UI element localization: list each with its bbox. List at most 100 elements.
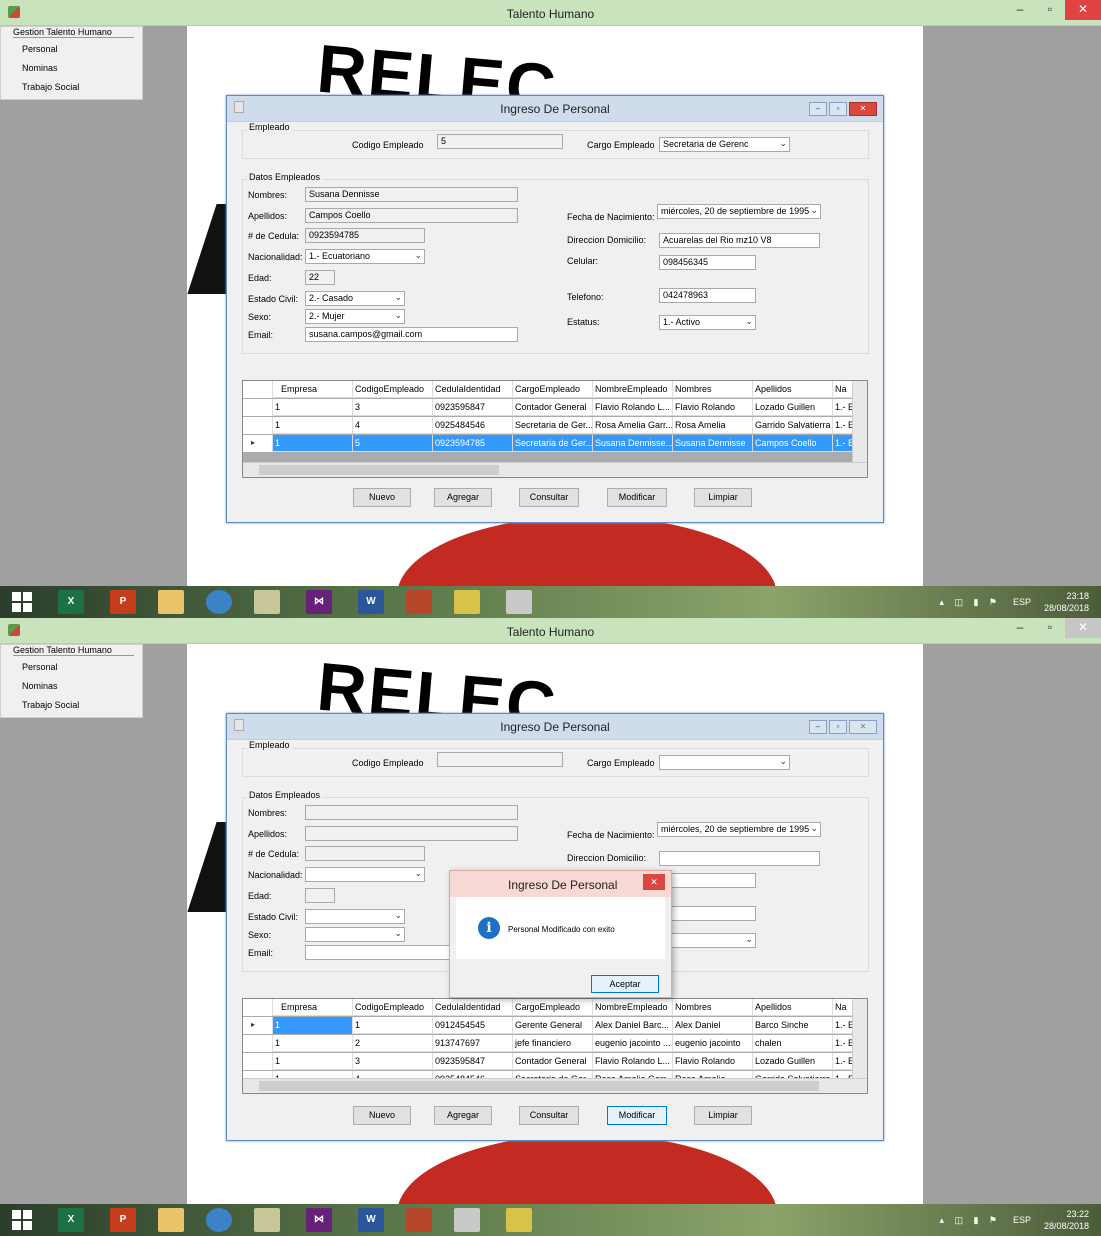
table-cell[interactable]: 5 [353,435,433,452]
chrome-icon[interactable] [206,1208,232,1232]
email-field[interactable]: susana.campos@gmail.com [305,327,518,342]
table-cell[interactable]: 0925484546 [433,417,513,434]
table-row[interactable]: ▸ 1 1 0912454545 Gerente General Alex Da… [243,1017,867,1034]
message-close-icon[interactable]: ✕ [643,874,665,890]
tray-icons[interactable]: ▴ ◫ ▮ ⚑ [939,597,1001,608]
table-cell[interactable]: Rosa Amelia [673,417,753,434]
sexo-select[interactable]: ⌄ [305,927,405,942]
table-cell[interactable]: 1 [353,1017,433,1034]
column-header[interactable]: Nombres [673,999,753,1016]
table-cell[interactable]: 1.- E [833,1035,854,1052]
table-cell[interactable]: Secretaria de Ger... [513,435,593,452]
table-cell[interactable]: Rosa Amelia Garr... [593,417,673,434]
estatus-select[interactable]: 1.- Activo ⌄ [659,315,756,330]
scroll-thumb[interactable] [259,1081,819,1091]
cedula-field[interactable] [305,846,425,861]
direccion-field[interactable]: Acuarelas del Rio mz10 V8 [659,233,820,248]
nacionalidad-select[interactable]: ⌄ [305,867,425,882]
agregar-button[interactable]: Agregar [434,1106,492,1125]
table-cell[interactable]: 913747697 [433,1035,513,1052]
table-cell[interactable]: Barco Sinche [753,1017,833,1034]
vertical-scrollbar[interactable] [852,381,867,464]
table-cell[interactable]: 0923595847 [433,399,513,416]
table-cell[interactable]: 1 [273,417,353,434]
column-header[interactable]: Empresa [273,999,353,1016]
excel-icon[interactable]: X [58,1208,84,1232]
column-header[interactable]: CodigoEmpleado [353,381,433,398]
table-cell[interactable]: 1 [273,435,353,452]
form-close-icon[interactable]: ✕ [849,720,877,734]
table-cell[interactable]: Alex Daniel [673,1017,753,1034]
estado-civil-select[interactable]: 2.- Casado ⌄ [305,291,405,306]
consultar-button[interactable]: Consultar [519,1106,579,1125]
horizontal-scrollbar[interactable] [243,462,867,477]
visual-studio-icon[interactable]: ⋈ [306,590,332,614]
table-cell[interactable]: Flavio Rolando [673,1053,753,1070]
menu-item-nominas[interactable]: Nominas [22,681,58,691]
form-minimize-icon[interactable]: – [809,720,827,734]
column-header[interactable]: CargoEmpleado [513,999,593,1016]
nombres-field[interactable] [305,805,518,820]
table-cell[interactable]: eugenio jacointo ... [593,1035,673,1052]
language-indicator[interactable]: ESP [1013,597,1031,607]
cargo-select[interactable]: Secretaria de Gerenc ⌄ [659,137,790,152]
consultar-button[interactable]: Consultar [519,488,579,507]
column-header[interactable]: Apellidos [753,381,833,398]
apellidos-field[interactable] [305,826,518,841]
nuevo-button[interactable]: Nuevo [353,488,411,507]
table-cell[interactable]: eugenio jacointo [673,1035,753,1052]
column-header[interactable]: CedulaIdentidad [433,381,513,398]
table-cell[interactable]: 2 [353,1035,433,1052]
sexo-select[interactable]: 2.- Mujer ⌄ [305,309,405,324]
table-cell[interactable]: 1 [273,1053,353,1070]
table-cell[interactable]: Secretaria de Ger... [513,417,593,434]
tool-icon[interactable] [254,1208,280,1232]
table-cell[interactable]: 1.- E [833,1053,854,1070]
word-icon[interactable]: W [358,590,384,614]
direccion-field[interactable] [659,851,820,866]
language-indicator[interactable]: ESP [1013,1215,1031,1225]
key-icon[interactable] [454,590,480,614]
column-header[interactable]: CargoEmpleado [513,381,593,398]
column-header[interactable]: Nombres [673,381,753,398]
modificar-button[interactable]: Modificar [607,488,667,507]
table-cell[interactable]: Flavio Rolando L... [593,399,673,416]
table-cell[interactable]: Alex Daniel Barc... [593,1017,673,1034]
estatus-select[interactable]: ⌄ [659,933,756,948]
celular-field[interactable] [659,873,756,888]
agregar-button[interactable]: Agregar [434,488,492,507]
table-row[interactable]: 1 4 0925484546 Secretaria de Ger... Rosa… [243,417,867,434]
table-cell-selected[interactable]: 1 [273,1017,353,1034]
fecha-picker[interactable]: miércoles, 20 de septiembre de 1995 ⌄ [657,204,821,219]
nombres-field[interactable]: Susana Dennisse [305,187,518,202]
fecha-picker[interactable]: miércoles, 20 de septiembre de 1995 ⌄ [657,822,821,837]
nacionalidad-select[interactable]: 1.- Ecuatoriano ⌄ [305,249,425,264]
office-app-icon[interactable] [406,590,432,614]
column-header[interactable]: NombreEmpleado [593,999,673,1016]
column-header[interactable]: CodigoEmpleado [353,999,433,1016]
tool-icon[interactable] [254,590,280,614]
table-cell[interactable]: Contador General [513,399,593,416]
clock[interactable]: 23:18 28/08/2018 [1044,590,1089,614]
table-cell[interactable]: jefe financiero [513,1035,593,1052]
aceptar-button[interactable]: Aceptar [591,975,659,993]
clock[interactable]: 23:22 28/08/2018 [1044,1208,1089,1232]
row-header[interactable] [243,1035,273,1052]
limpiar-button[interactable]: Limpiar [694,1106,752,1125]
menu-item-personal[interactable]: Personal [22,662,58,672]
table-cell[interactable]: chalen [753,1035,833,1052]
personal-grid[interactable]: Empresa CodigoEmpleado CedulaIdentidad C… [242,380,868,478]
table-cell[interactable]: 4 [353,417,433,434]
maximize-icon[interactable]: ▫ [1035,618,1065,638]
scroll-thumb[interactable] [259,465,499,475]
close-icon[interactable]: ✕ [1065,618,1101,638]
row-pointer-icon[interactable]: ▸ [243,435,273,452]
table-cell[interactable]: Flavio Rolando L... [593,1053,673,1070]
menu-item-trabajo-social[interactable]: Trabajo Social [22,82,79,92]
table-cell[interactable]: Gerente General [513,1017,593,1034]
table-cell[interactable]: 1.- E [833,1017,854,1034]
form-close-icon[interactable]: ✕ [849,102,877,116]
horizontal-scrollbar[interactable] [243,1078,867,1093]
chrome-icon[interactable] [206,590,232,614]
estado-civil-select[interactable]: ⌄ [305,909,405,924]
